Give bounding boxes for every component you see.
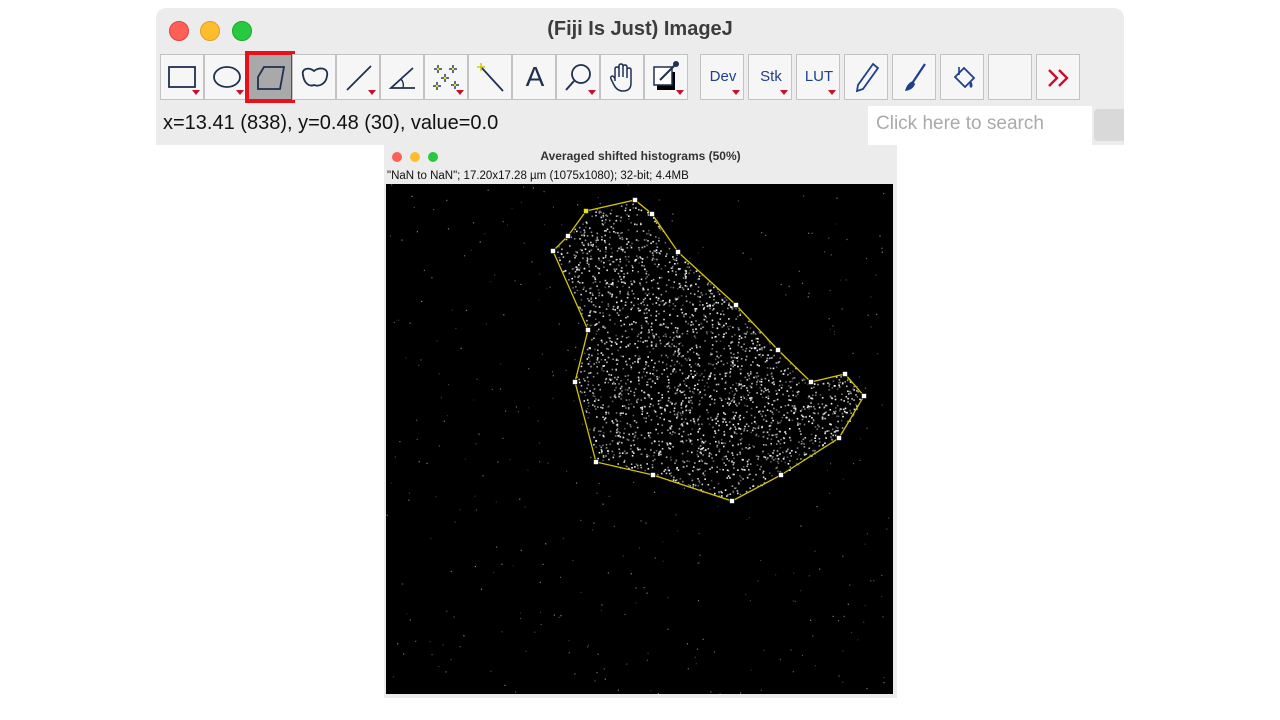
roi-vertex-handle[interactable] (675, 249, 681, 255)
image-window-title: Averaged shifted histograms (50%) (540, 149, 741, 163)
roi-vertex-handle[interactable] (583, 208, 589, 214)
dropdown-arrow-icon (780, 90, 788, 95)
angle-icon (388, 67, 415, 89)
freehand-tool-button[interactable] (292, 54, 336, 100)
lut-label: LUT (804, 68, 834, 85)
line-tool-button[interactable] (336, 54, 380, 100)
fluorescence-speckles (386, 184, 890, 694)
roi-vertex-handle[interactable] (775, 347, 781, 353)
image-info-line: "NaN to NaN"; 17.20x17.28 µm (1075x1080)… (387, 170, 689, 182)
dropdown-arrow-icon (456, 90, 464, 95)
wand-tool-button[interactable] (468, 54, 512, 100)
dropdown-arrow-icon (588, 90, 596, 95)
polygon-icon (257, 66, 286, 90)
rectangle-tool-button[interactable] (160, 54, 204, 100)
dev-menu-button[interactable]: Dev (700, 54, 744, 100)
pencil-icon (855, 62, 880, 93)
title-bar[interactable]: (Fiji Is Just) ImageJ (156, 8, 1124, 52)
flood-fill-icon (953, 66, 976, 89)
freehand-icon (301, 67, 329, 87)
dropdown-arrow-icon (192, 90, 200, 95)
search-options-button[interactable] (1094, 109, 1124, 141)
magnifier-tool-button[interactable] (556, 54, 600, 100)
roi-vertex-handle[interactable] (550, 248, 556, 254)
search-field[interactable]: Click here to search (868, 106, 1092, 145)
roi-vertex-handle[interactable] (649, 211, 655, 217)
roi-vertex-handle[interactable] (650, 472, 656, 478)
image-svg (386, 184, 890, 694)
roi-vertex-handle[interactable] (729, 498, 735, 504)
dev-label: Dev (709, 68, 737, 85)
dropdown-arrow-icon (676, 90, 684, 95)
image-window: Averaged shifted histograms (50%) "NaN t… (384, 145, 897, 698)
lut-menu-button[interactable]: LUT (796, 54, 840, 100)
double-chevron-right-icon (1048, 69, 1069, 87)
empty-tool-slot[interactable] (988, 54, 1032, 100)
oval-tool-button[interactable] (204, 54, 248, 100)
roi-vertex-handle[interactable] (808, 379, 814, 385)
search-placeholder: Click here to search (876, 113, 1044, 134)
brush-tool-button[interactable] (892, 54, 936, 100)
dropdown-arrow-icon (236, 90, 244, 95)
hand-icon (609, 63, 632, 92)
angle-tool-button[interactable] (380, 54, 424, 100)
flood-fill-tool-button[interactable] (940, 54, 984, 100)
roi-vertex-handle[interactable] (861, 393, 867, 399)
roi-vertex-handle[interactable] (593, 459, 599, 465)
roi-vertex-handle[interactable] (572, 379, 578, 385)
roi-vertex-handle[interactable] (585, 327, 591, 333)
hand-tool-button[interactable] (600, 54, 644, 100)
color-picker-tool-button[interactable] (644, 54, 688, 100)
brush-icon (905, 63, 926, 91)
dropdown-arrow-icon (732, 90, 740, 95)
pencil-tool-button[interactable] (844, 54, 888, 100)
window-title: (Fiji Is Just) ImageJ (547, 18, 733, 40)
imagej-main-window: (Fiji Is Just) ImageJ A Dev Stk LUT x=13… (156, 8, 1124, 145)
point-tool-button[interactable] (424, 54, 468, 100)
stk-menu-button[interactable]: Stk (748, 54, 792, 100)
stk-label: Stk (760, 68, 782, 85)
dropdown-arrow-icon (368, 90, 376, 95)
roi-vertex-handle[interactable] (733, 302, 739, 308)
roi-vertex-handle[interactable] (632, 197, 638, 203)
image-canvas[interactable] (386, 184, 893, 694)
dropdown-arrow-icon (828, 90, 836, 95)
text-tool-button[interactable]: A (512, 54, 556, 100)
wand-icon (477, 63, 504, 92)
roi-vertex-handle[interactable] (778, 472, 784, 478)
polygon-tool-button[interactable] (245, 51, 295, 103)
status-bar-text: x=13.41 (838), y=0.48 (30), value=0.0 (163, 112, 499, 134)
roi-vertex-handle[interactable] (842, 371, 848, 377)
more-tools-button[interactable] (1036, 54, 1080, 100)
text-tool-glyph: A (525, 61, 545, 92)
roi-vertex-handle[interactable] (836, 435, 842, 441)
roi-vertex-handle[interactable] (565, 233, 571, 239)
